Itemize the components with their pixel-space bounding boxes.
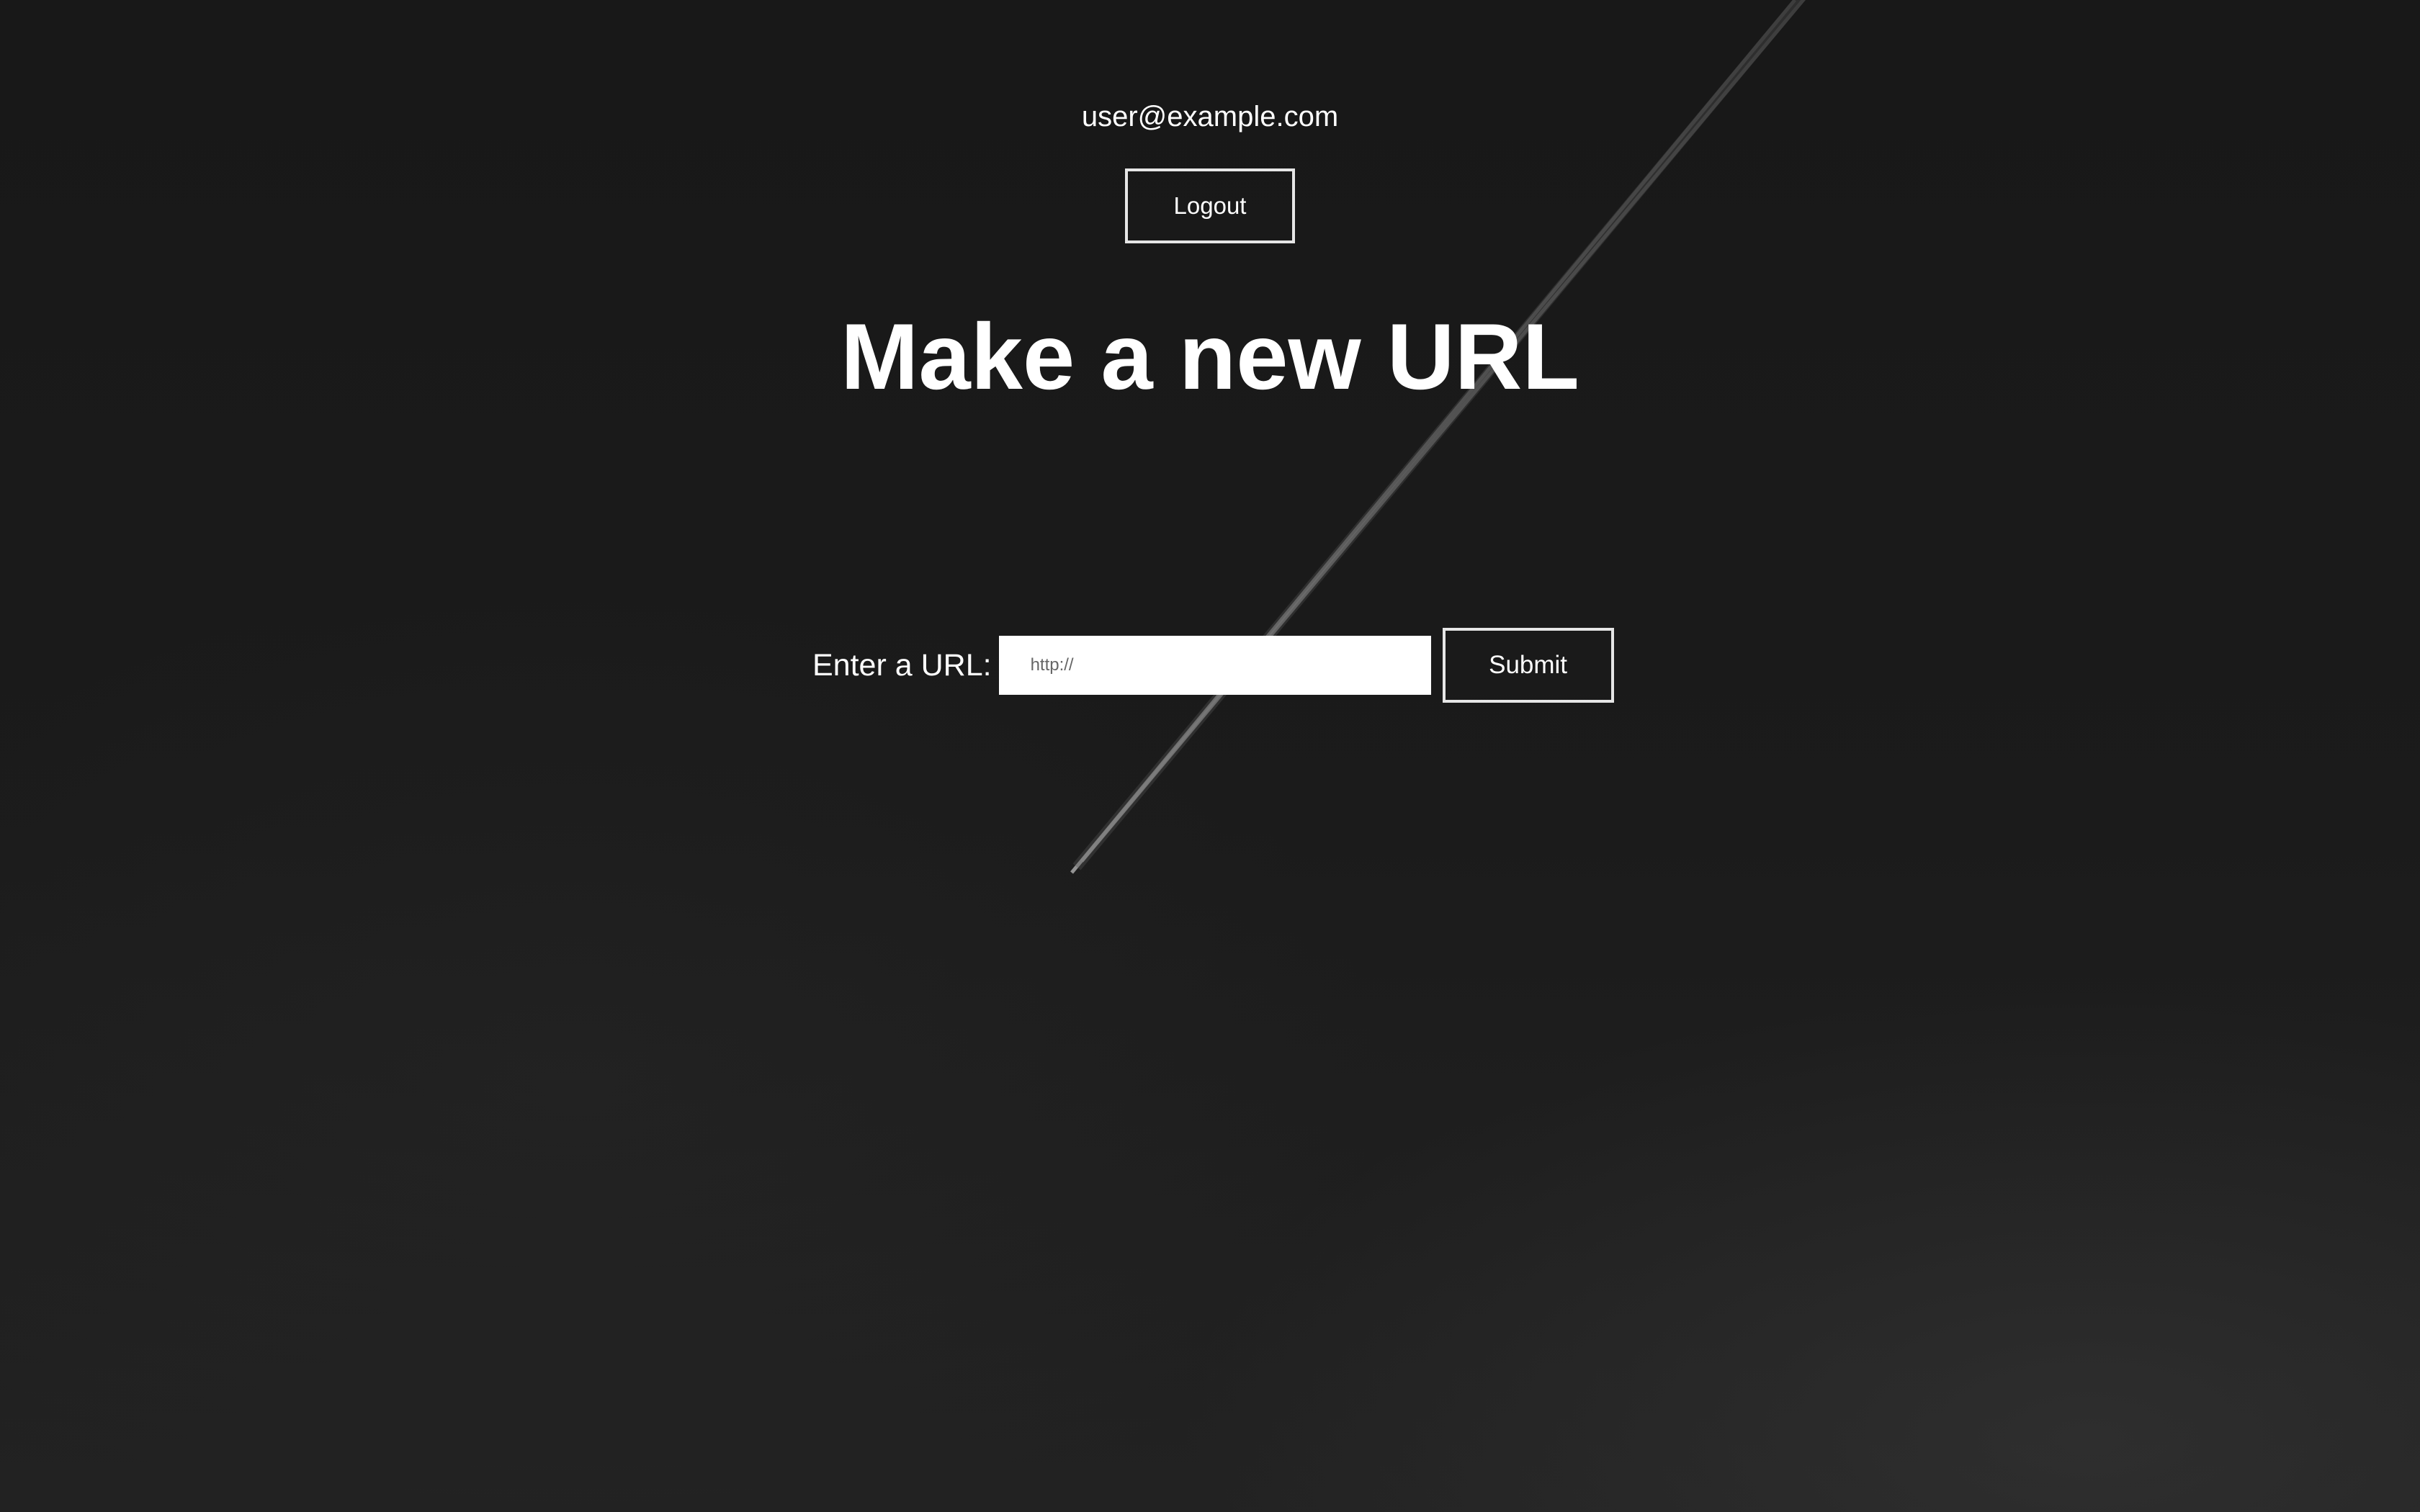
url-form: Enter a URL: Submit bbox=[812, 628, 1614, 703]
url-input[interactable] bbox=[998, 636, 1431, 695]
user-email: user@example.com bbox=[1081, 101, 1339, 132]
url-label: Enter a URL: bbox=[812, 648, 992, 683]
page-title: Make a new URL bbox=[841, 304, 1579, 409]
submit-button[interactable]: Submit bbox=[1442, 628, 1614, 703]
logout-button[interactable]: Logout bbox=[1125, 168, 1295, 243]
